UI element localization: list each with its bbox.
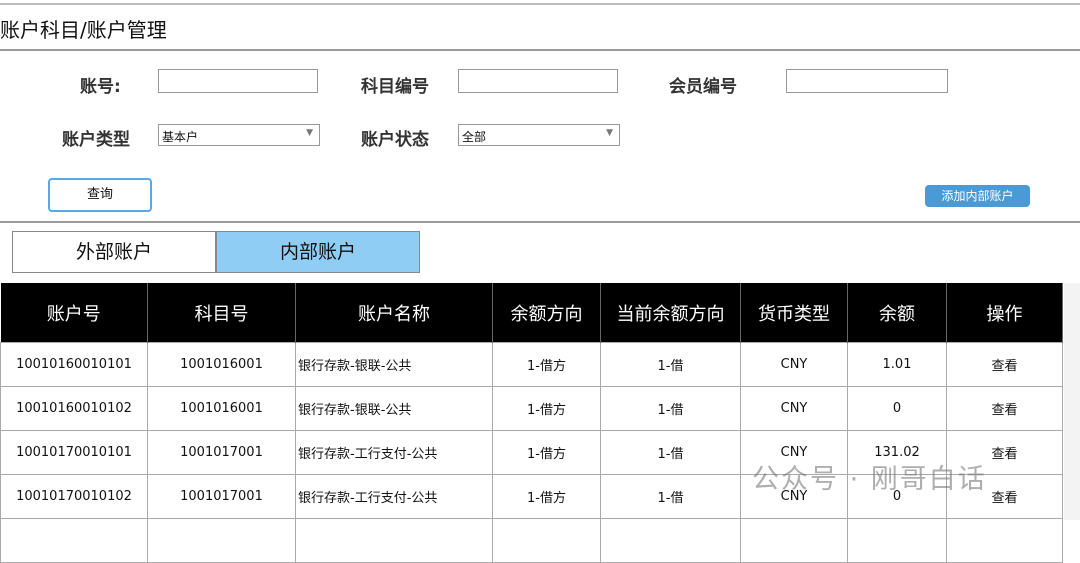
add-internal-account-button[interactable]: 添加内部账户: [925, 185, 1030, 207]
empty-cell: [600, 518, 741, 563]
current-balance-direction: 1-借: [600, 386, 741, 431]
view-link[interactable]: 查看: [946, 342, 1063, 387]
empty-cell: [740, 518, 848, 563]
account-status-label: 账户状态: [361, 130, 429, 150]
account-type-select[interactable]: 基本户 ▼: [158, 124, 320, 146]
account-no: 10010170010102: [0, 474, 148, 519]
empty-cell: [847, 518, 947, 563]
account-status-value: 全部: [462, 130, 487, 144]
watermark: 公众号 · 刚哥白话: [752, 464, 987, 495]
col-account-name: 账户名称: [295, 283, 493, 343]
col-balance-direction: 余额方向: [492, 283, 601, 343]
page-title: 账户科目/账户管理: [0, 18, 167, 42]
col-currency: 货币类型: [740, 283, 848, 343]
account-type-label: 账户类型: [62, 130, 130, 150]
subject-no: 1001016001: [147, 386, 296, 431]
tab-internal-accounts[interactable]: 内部账户: [216, 231, 420, 273]
balance-direction: 1-借方: [492, 474, 601, 519]
current-balance-direction: 1-借: [600, 430, 741, 475]
balance-direction: 1-借方: [492, 430, 601, 475]
member-no-label: 会员编号: [669, 77, 737, 97]
subject-no-input[interactable]: [458, 69, 618, 93]
empty-cell: [492, 518, 601, 563]
table-header: 账户号 科目号 账户名称 余额方向 当前余额方向 货币类型 余额 操作: [0, 283, 1063, 343]
account-name: 银行存款-银联-公共: [295, 386, 493, 431]
query-button[interactable]: 查询: [48, 178, 152, 212]
account-name: 银行存款-工行支付-公共: [295, 474, 493, 519]
member-no-input[interactable]: [786, 69, 948, 93]
divider: [0, 49, 1080, 51]
account-name: 银行存款-工行支付-公共: [295, 430, 493, 475]
chevron-down-icon: ▼: [306, 128, 313, 138]
col-balance: 余额: [847, 283, 947, 343]
subject-no: 1001017001: [147, 430, 296, 475]
currency: CNY: [740, 342, 848, 387]
account-no: 10010160010101: [0, 342, 148, 387]
top-border: [0, 3, 1080, 5]
balance-direction: 1-借方: [492, 386, 601, 431]
balance: 1.01: [847, 342, 947, 387]
subject-no: 1001016001: [147, 342, 296, 387]
subject-no: 1001017001: [147, 474, 296, 519]
chevron-down-icon: ▼: [606, 128, 613, 138]
col-subject-no: 科目号: [147, 283, 296, 343]
currency: CNY: [740, 386, 848, 431]
balance-direction: 1-借方: [492, 342, 601, 387]
scrollbar[interactable]: [1064, 283, 1080, 520]
table-row: 10010160010101 1001016001 银行存款-银联-公共 1-借方 1-…: [0, 342, 1063, 387]
account-no-input[interactable]: [158, 69, 318, 93]
col-current-balance-direction: 当前余额方向: [600, 283, 741, 343]
view-link[interactable]: 查看: [946, 386, 1063, 431]
account-name: 银行存款-银联-公共: [295, 342, 493, 387]
accounts-table: 账户号 科目号 账户名称 余额方向 当前余额方向 货币类型 余额 操作 1001…: [0, 283, 1063, 563]
current-balance-direction: 1-借: [600, 474, 741, 519]
empty-cell: [946, 518, 1063, 563]
divider: [0, 221, 1080, 223]
account-no-label: 账号:: [80, 77, 121, 97]
account-status-select[interactable]: 全部 ▼: [458, 124, 620, 146]
empty-cell: [0, 518, 148, 563]
current-balance-direction: 1-借: [600, 342, 741, 387]
balance: 0: [847, 386, 947, 431]
account-type-value: 基本户: [162, 130, 199, 144]
col-actions: 操作: [946, 283, 1063, 343]
account-no: 10010170010101: [0, 430, 148, 475]
empty-cell: [147, 518, 296, 563]
col-account-no: 账户号: [0, 283, 148, 343]
tab-external-accounts[interactable]: 外部账户: [12, 231, 216, 273]
account-no: 10010160010102: [0, 386, 148, 431]
table-row: [0, 518, 1063, 563]
table-row: 10010160010102 1001016001 银行存款-银联-公共 1-借方 1-…: [0, 386, 1063, 431]
subject-no-label: 科目编号: [361, 77, 429, 97]
empty-cell: [295, 518, 493, 563]
